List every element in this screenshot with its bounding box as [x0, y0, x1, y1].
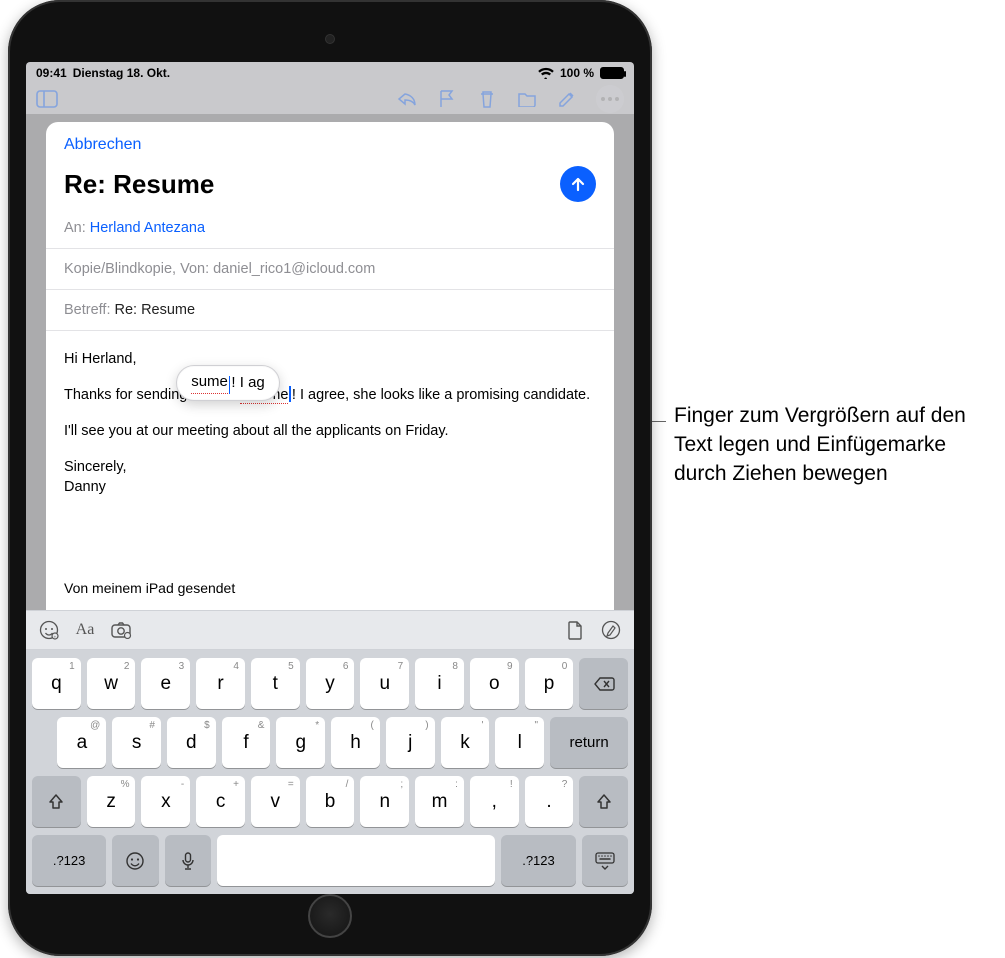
body-line1: Thanks for sending Carol's résume! I agr…: [64, 385, 596, 405]
compose-icon: [556, 88, 578, 110]
body-greeting: Hi Herland,: [64, 349, 596, 369]
to-label: An:: [64, 220, 86, 236]
more-ellipsis-icon[interactable]: [596, 85, 624, 113]
key-,[interactable]: ,!: [470, 776, 519, 827]
battery-percent: 100 %: [560, 66, 594, 80]
cc-bcc-value: daniel_rico1@icloud.com: [213, 261, 375, 277]
camera-scan-icon[interactable]: [110, 619, 132, 641]
key-h[interactable]: h(: [331, 717, 380, 768]
key-space[interactable]: [217, 835, 495, 886]
ipad-screen: 09:41 Dienstag 18. Okt. 100 %: [26, 62, 634, 894]
keyboard-row-3: z%x-c+v=b/n;m:,!.?: [32, 776, 628, 827]
keyboard-row-4: .?123 .?123: [32, 835, 628, 886]
home-button[interactable]: [308, 894, 352, 938]
folder-icon: [516, 88, 538, 110]
keyboard-row-1: q1w2e3r4t5y6u7i8o9p0: [32, 658, 628, 709]
to-recipient[interactable]: Herland Antezana: [90, 220, 205, 236]
statusbar-time: 09:41: [36, 66, 67, 80]
sidebar-icon: [36, 88, 58, 110]
to-field[interactable]: An: Herland Antezana: [46, 208, 614, 249]
key-y[interactable]: y6: [306, 658, 355, 709]
cc-bcc-label: Kopie/Blindkopie, Von:: [64, 261, 209, 277]
key-i[interactable]: i8: [415, 658, 464, 709]
sent-from-footer: Von meinem iPad gesendet: [64, 579, 235, 598]
key-p[interactable]: p0: [525, 658, 574, 709]
subject-field[interactable]: Betreff: Re: Resume: [46, 290, 614, 331]
loupe-text-pre: sume: [191, 372, 228, 394]
text-magnifier-loupe: sume! I ag: [176, 365, 280, 401]
key-g[interactable]: g*: [276, 717, 325, 768]
key-numsym-right[interactable]: .?123: [501, 835, 575, 886]
body-caret-icon: [289, 386, 291, 402]
battery-icon: [600, 67, 624, 79]
document-attach-icon[interactable]: [564, 619, 586, 641]
key-o[interactable]: o9: [470, 658, 519, 709]
cc-bcc-from-field[interactable]: Kopie/Blindkopie, Von: daniel_rico1@iclo…: [46, 249, 614, 290]
body-sig1: Sincerely,: [64, 459, 127, 475]
send-button[interactable]: [560, 166, 596, 202]
cancel-button[interactable]: Abbrechen: [64, 136, 596, 154]
body-line2: I'll see you at our meeting about all th…: [64, 421, 596, 441]
key-return[interactable]: return: [550, 717, 628, 768]
compose-body[interactable]: sume! I ag Hi Herland, Thanks for sendin…: [46, 331, 614, 610]
annotation-callout: Finger zum Vergrößern auf den Text legen…: [674, 402, 994, 489]
key-v[interactable]: v=: [251, 776, 300, 827]
key-e[interactable]: e3: [141, 658, 190, 709]
compose-title: Re: Resume: [64, 169, 214, 200]
text-format-icon[interactable]: Aa: [74, 619, 96, 641]
key-k[interactable]: k': [441, 717, 490, 768]
key-backspace[interactable]: [579, 658, 628, 709]
key-a[interactable]: a@: [57, 717, 106, 768]
key-m[interactable]: m:: [415, 776, 464, 827]
key-d[interactable]: d$: [167, 717, 216, 768]
trash-icon: [476, 88, 498, 110]
body-line1-post: ! I agree, she looks like a promising ca…: [292, 387, 590, 403]
keyboard-accessory-bar: + Aa: [26, 610, 634, 650]
key-u[interactable]: u7: [360, 658, 409, 709]
reply-icon: [396, 88, 418, 110]
front-camera-dot: [325, 34, 335, 44]
onscreen-keyboard: + Aa q1w2e3r4t5: [26, 610, 634, 894]
markup-pen-icon[interactable]: [600, 619, 622, 641]
key-b[interactable]: b/: [306, 776, 355, 827]
compose-sheet: Abbrechen Re: Resume An: Herland Antezan…: [46, 122, 614, 610]
globe-emoji-icon[interactable]: +: [38, 619, 60, 641]
key-w[interactable]: w2: [87, 658, 136, 709]
key-emoji[interactable]: [112, 835, 158, 886]
key-dismiss-keyboard[interactable]: [582, 835, 628, 886]
key-.[interactable]: .?: [525, 776, 574, 827]
body-sig2: Danny: [64, 479, 106, 495]
flag-icon: [436, 88, 458, 110]
loupe-text-post: ! I ag: [231, 373, 264, 394]
ipad-device-frame: 09:41 Dienstag 18. Okt. 100 %: [8, 0, 652, 956]
wifi-icon: [538, 67, 554, 79]
key-q[interactable]: q1: [32, 658, 81, 709]
status-bar: 09:41 Dienstag 18. Okt. 100 %: [26, 62, 634, 82]
key-x[interactable]: x-: [141, 776, 190, 827]
text-insertion-caret-icon: [229, 376, 231, 394]
key-dictation[interactable]: [165, 835, 211, 886]
key-l[interactable]: l": [495, 717, 544, 768]
subject-value: Re: Resume: [114, 302, 195, 318]
key-t[interactable]: t5: [251, 658, 300, 709]
key-n[interactable]: n;: [360, 776, 409, 827]
mail-toolbar-behind: [26, 82, 634, 116]
subject-label: Betreff:: [64, 302, 110, 318]
key-numsym-left[interactable]: .?123: [32, 835, 106, 886]
key-f[interactable]: f&: [222, 717, 271, 768]
key-shift[interactable]: [32, 776, 81, 827]
key-s[interactable]: s#: [112, 717, 161, 768]
key-j[interactable]: j): [386, 717, 435, 768]
svg-text:+: +: [54, 634, 57, 639]
key-shift[interactable]: [579, 776, 628, 827]
key-r[interactable]: r4: [196, 658, 245, 709]
key-c[interactable]: c+: [196, 776, 245, 827]
key-z[interactable]: z%: [87, 776, 136, 827]
keyboard-row-2: a@s#d$f&g*h(j)k'l"return: [32, 717, 628, 768]
statusbar-date: Dienstag 18. Okt.: [73, 66, 170, 80]
